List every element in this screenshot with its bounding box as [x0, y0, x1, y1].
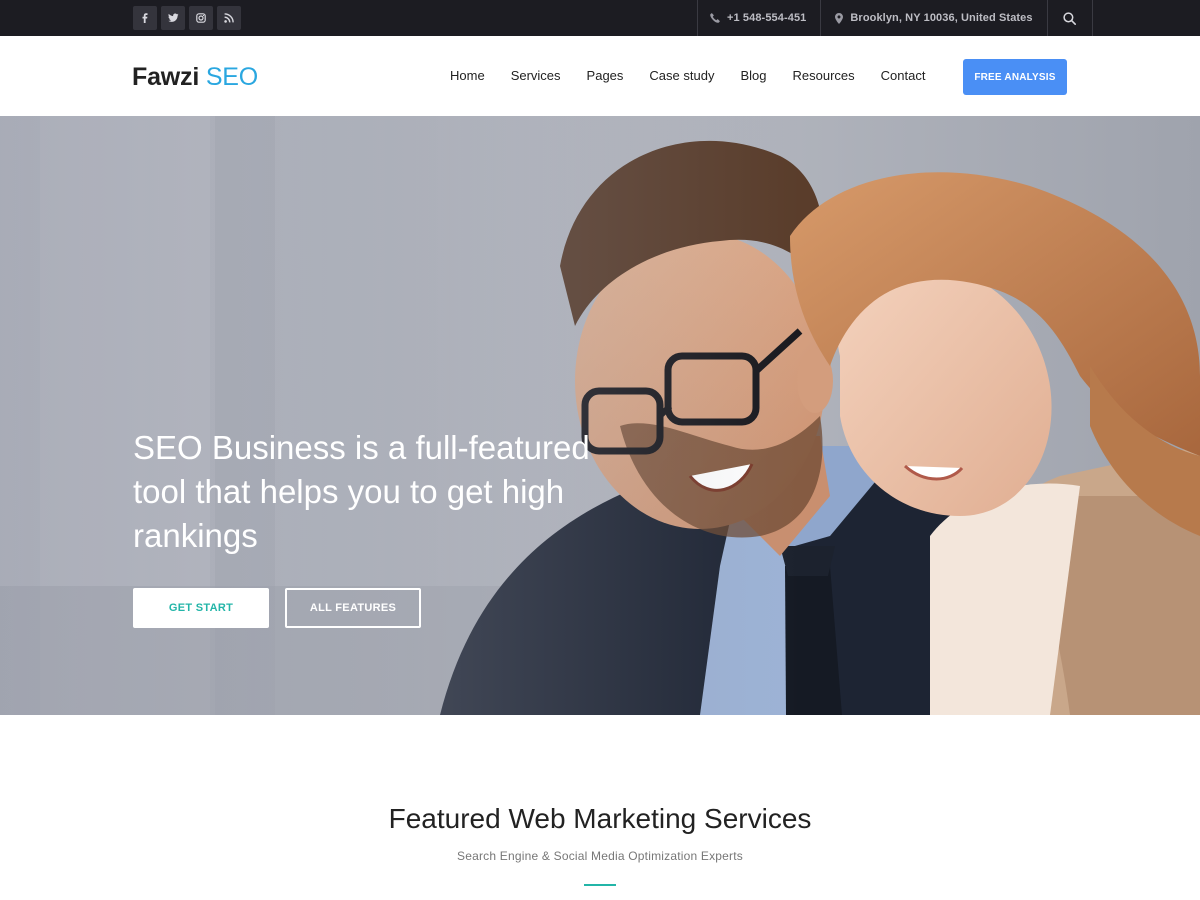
instagram-link[interactable] [189, 6, 213, 30]
nav-resources[interactable]: Resources [780, 66, 868, 86]
contact-info: +1 548-554-451 Brooklyn, NY 10036, Unite… [697, 0, 1093, 36]
search-icon [1063, 11, 1077, 25]
hero-section: SEO Business is a full-featured tool tha… [0, 116, 1200, 715]
phone-icon [710, 13, 720, 23]
free-analysis-button[interactable]: FREE ANALYSIS [963, 59, 1067, 95]
phone-number: +1 548-554-451 [727, 12, 807, 24]
hero-title: SEO Business is a full-featured tool tha… [133, 429, 590, 554]
search-button[interactable] [1046, 0, 1093, 36]
facebook-link[interactable] [133, 6, 157, 30]
twitter-icon [167, 13, 178, 22]
instagram-icon [196, 13, 206, 23]
site-logo[interactable]: Fawzi SEO [132, 62, 258, 92]
nav-home[interactable]: Home [437, 66, 498, 86]
nav-case-study[interactable]: Case study [636, 66, 727, 86]
logo-text-accent: SEO [205, 63, 259, 91]
map-pin-icon [835, 12, 844, 24]
main-nav: Home Services Pages Case study Blog Reso… [437, 66, 938, 86]
get-start-button[interactable]: GET START [133, 588, 269, 628]
twitter-link[interactable] [161, 6, 185, 30]
featured-section-title: Featured Web Marketing Services [388, 803, 812, 834]
rss-icon [224, 13, 234, 23]
logo-text-primary: Fawzi [132, 63, 200, 91]
featured-section-subtitle: Search Engine & Social Media Optimizatio… [457, 849, 743, 863]
top-bar: +1 548-554-451 Brooklyn, NY 10036, Unite… [0, 0, 1200, 36]
social-links [133, 6, 241, 30]
nav-services[interactable]: Services [498, 66, 574, 86]
phone-info: +1 548-554-451 [697, 0, 820, 36]
address-info: Brooklyn, NY 10036, United States [820, 0, 1046, 36]
nav-blog[interactable]: Blog [727, 66, 779, 86]
nav-pages[interactable]: Pages [574, 66, 637, 86]
main-header: Fawzi SEO Home Services Pages Case study… [0, 36, 1200, 116]
rss-link[interactable] [217, 6, 241, 30]
facebook-icon [142, 13, 148, 23]
address-text: Brooklyn, NY 10036, United States [850, 12, 1033, 24]
all-features-button[interactable]: ALL FEATURES [285, 588, 421, 628]
section-divider [584, 884, 616, 886]
nav-contact[interactable]: Contact [868, 66, 939, 86]
